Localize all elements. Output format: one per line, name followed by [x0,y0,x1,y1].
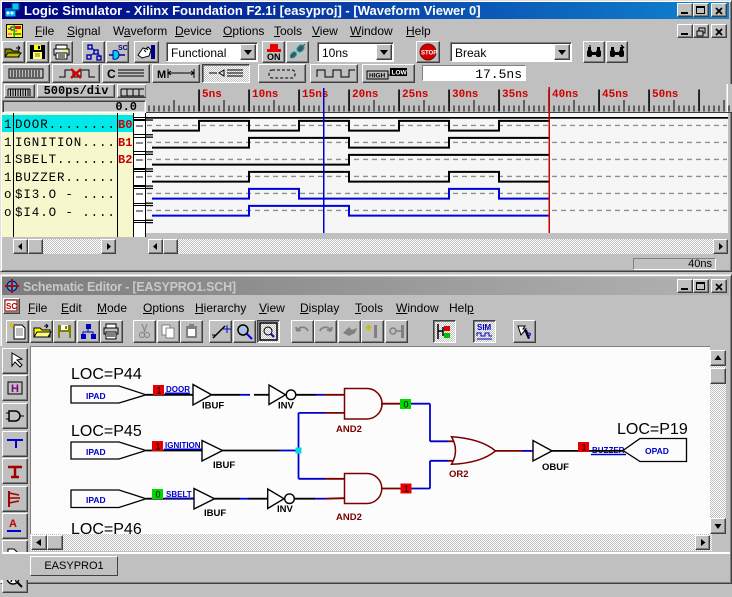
svg-text:H: H [11,383,19,395]
svg-text:IPAD: IPAD [86,447,106,457]
svg-text:M: M [157,69,166,81]
svg-text:20ns: 20ns [352,89,378,101]
svg-text:LOW: LOW [392,70,408,77]
svg-text:1: 1 [582,443,587,453]
svg-text:0: 0 [404,400,409,410]
svg-text:STOP: STOP [421,51,437,57]
svg-text:OR2: OR2 [449,469,469,480]
svg-text:IBUF: IBUF [213,460,235,471]
svg-text:A: A [9,518,17,530]
svg-text:45ns: 45ns [602,89,628,101]
svg-text:INV: INV [278,401,295,412]
svg-text:SC: SC [6,302,17,311]
svg-text:AND2: AND2 [336,424,362,435]
svg-text:OBUF: OBUF [542,462,569,473]
svg-text:LOC=P46: LOC=P46 [71,521,142,534]
svg-text:50ns: 50ns [652,89,678,101]
svg-text:1: 1 [157,386,162,396]
svg-text:IBUF: IBUF [204,508,226,519]
svg-text:0: 0 [156,490,161,500]
svg-text:1: 1 [156,442,161,452]
svg-text:25ns: 25ns [402,89,428,101]
svg-text:40ns: 40ns [552,89,578,101]
svg-text:IPAD: IPAD [86,391,106,401]
svg-text:SC: SC [118,45,128,52]
svg-text:?: ? [526,331,532,341]
svg-text:AND2: AND2 [336,512,362,523]
svg-text:SIM: SIM [477,323,492,332]
svg-text:ON: ON [267,52,281,62]
svg-text:IPAD: IPAD [86,495,106,505]
svg-text:35ns: 35ns [502,89,528,101]
svg-text:5ns: 5ns [202,89,222,101]
svg-text:C: C [107,67,116,81]
svg-text:OPAD: OPAD [645,446,669,456]
svg-text:10ns: 10ns [252,89,278,101]
svg-text:30ns: 30ns [452,89,478,101]
svg-text:IBUF: IBUF [202,401,224,412]
svg-text:LOC=P45: LOC=P45 [71,423,142,440]
svg-text:HIGH: HIGH [369,73,386,80]
svg-text:LOC=P44: LOC=P44 [71,366,142,383]
svg-text:INV: INV [277,504,294,515]
svg-text:1: 1 [404,484,409,494]
svg-text:LOC=P19: LOC=P19 [617,421,688,438]
